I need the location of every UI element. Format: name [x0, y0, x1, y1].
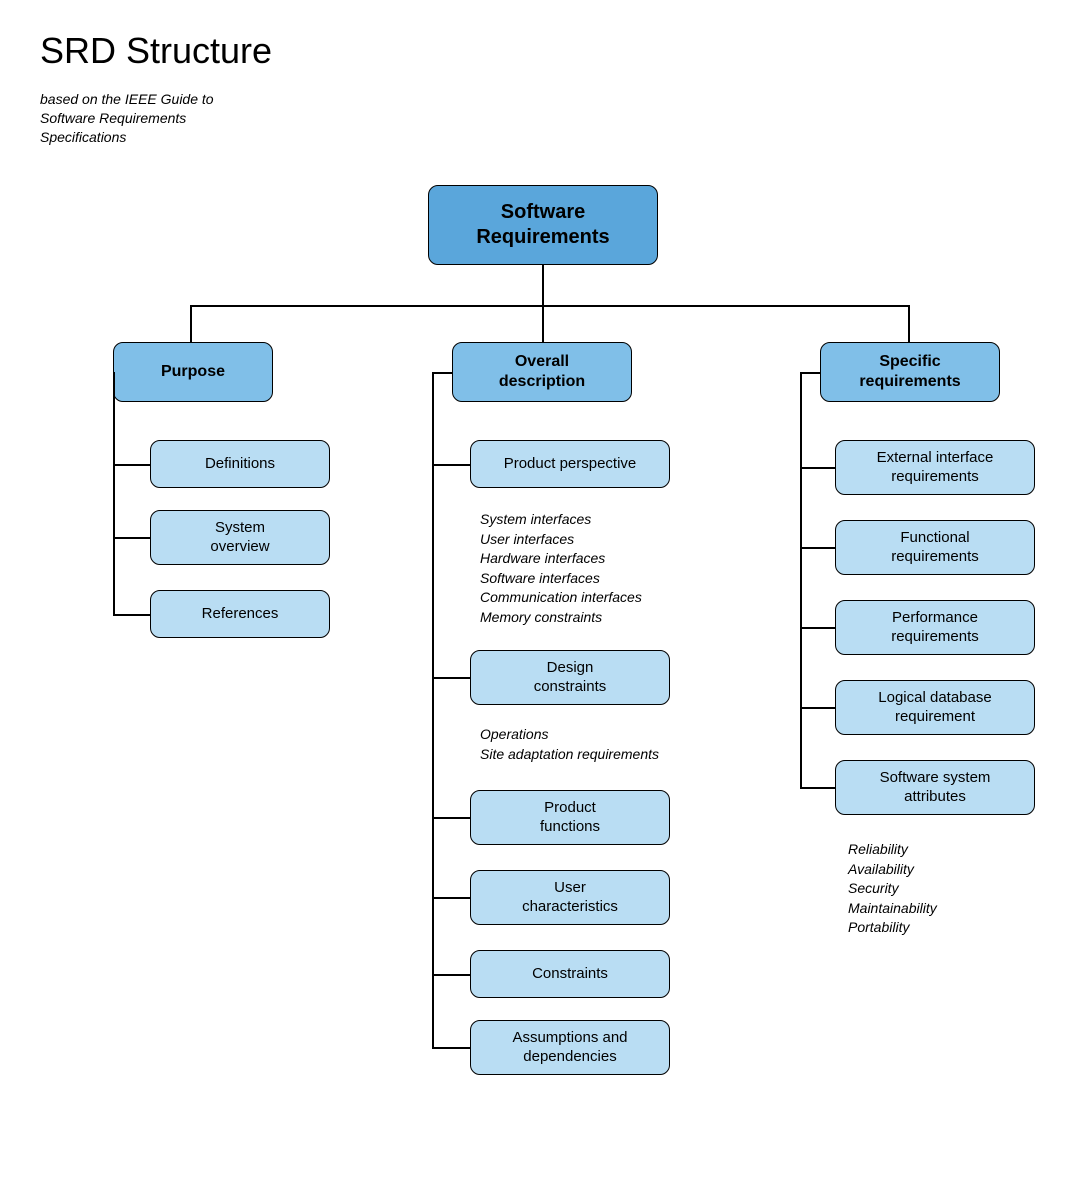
connector	[800, 372, 820, 374]
connector	[113, 372, 115, 614]
node-specific-child: Logical databaserequirement	[835, 680, 1035, 735]
node-overall-child: Productfunctions	[470, 790, 670, 845]
connector	[432, 372, 452, 374]
diagram-canvas: SRD Structure based on the IEEE Guide to…	[0, 0, 1081, 1200]
note-specific: ReliabilityAvailabilitySecurityMaintaina…	[848, 840, 937, 938]
connector	[800, 787, 835, 789]
connector	[908, 305, 910, 342]
connector	[190, 305, 192, 342]
node-overall-child: Usercharacteristics	[470, 870, 670, 925]
node-overall-child: Constraints	[470, 950, 670, 998]
diagram-title: SRD Structure	[40, 30, 272, 72]
diagram-subtitle: based on the IEEE Guide toSoftware Requi…	[40, 90, 214, 147]
node-specific: Specificrequirements	[820, 342, 1000, 402]
connector	[190, 305, 910, 307]
node-specific-child: Performancerequirements	[835, 600, 1035, 655]
node-specific-child: External interfacerequirements	[835, 440, 1035, 495]
node-purpose-child: References	[150, 590, 330, 638]
connector	[800, 627, 835, 629]
connector	[432, 677, 470, 679]
node-overall-child: Assumptions anddependencies	[470, 1020, 670, 1075]
node-specific-child: Software systemattributes	[835, 760, 1035, 815]
connector	[432, 1047, 470, 1049]
connector	[800, 372, 802, 788]
connector	[432, 897, 470, 899]
node-specific-child: Functionalrequirements	[835, 520, 1035, 575]
connector	[800, 467, 835, 469]
connector	[432, 817, 470, 819]
note-overall-1: System interfacesUser interfacesHardware…	[480, 510, 642, 628]
note-overall-2: OperationsSite adaptation requirements	[480, 725, 659, 764]
node-purpose: Purpose	[113, 342, 273, 402]
connector	[113, 464, 150, 466]
connector	[542, 305, 544, 342]
node-overall-child: Designconstraints	[470, 650, 670, 705]
connector	[432, 464, 470, 466]
node-purpose-child: Systemoverview	[150, 510, 330, 565]
connector	[113, 537, 150, 539]
connector	[432, 974, 470, 976]
connector	[542, 265, 544, 305]
node-root: SoftwareRequirements	[428, 185, 658, 265]
connector	[800, 707, 835, 709]
node-overall-child: Product perspective	[470, 440, 670, 488]
connector	[432, 372, 434, 1048]
connector	[113, 614, 150, 616]
node-purpose-child: Definitions	[150, 440, 330, 488]
connector	[800, 547, 835, 549]
node-overall: Overalldescription	[452, 342, 632, 402]
